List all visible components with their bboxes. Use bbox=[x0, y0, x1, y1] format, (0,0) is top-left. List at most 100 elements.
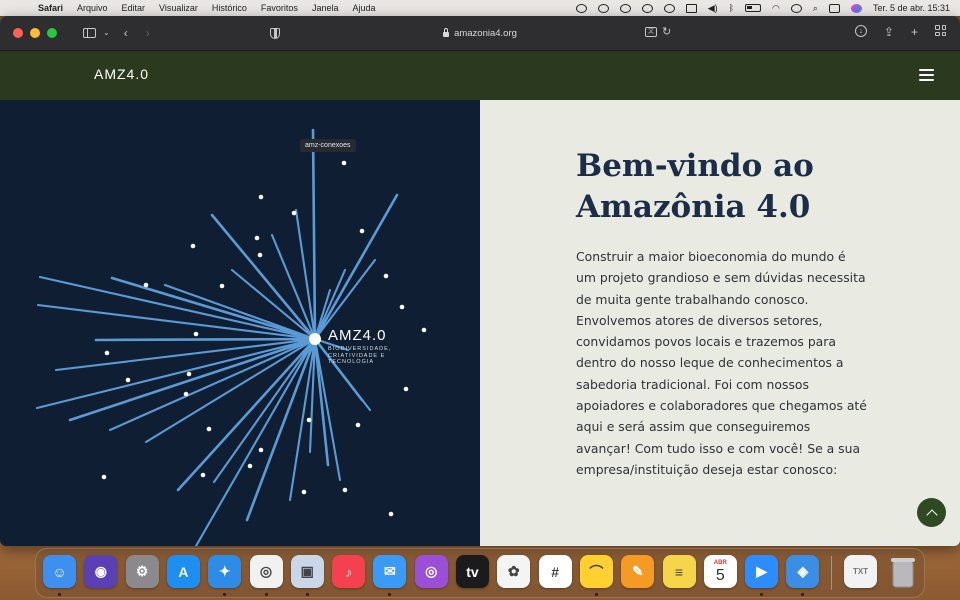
connections-burst-graphic bbox=[35, 128, 427, 546]
bluetooth-icon[interactable]: ᛒ bbox=[729, 3, 734, 13]
connection-node bbox=[143, 282, 149, 288]
back-button[interactable]: ‹ bbox=[124, 27, 128, 39]
address-bar[interactable]: amazonia4.org bbox=[285, 23, 675, 44]
translate-icon[interactable]: 文 bbox=[645, 27, 657, 37]
connection-node bbox=[291, 210, 297, 216]
zoom-icon[interactable]: ▶ bbox=[745, 555, 779, 588]
apple-tv-icon[interactable]: tv bbox=[456, 555, 489, 588]
connection-node bbox=[359, 228, 365, 234]
connection-node bbox=[200, 472, 206, 478]
menu-app-name[interactable]: Safari bbox=[38, 3, 63, 13]
wifi-icon[interactable]: ◠ bbox=[772, 3, 780, 14]
miro-icon[interactable]: ⌒ bbox=[579, 555, 613, 588]
connection-node bbox=[104, 350, 110, 356]
trash-icon[interactable] bbox=[886, 555, 919, 588]
menu-favoritos[interactable]: Favoritos bbox=[261, 3, 298, 13]
welcome-paragraph: Construir a maior bioeconomia do mundo é… bbox=[576, 249, 867, 477]
music-icon[interactable]: ♪ bbox=[332, 555, 366, 588]
connection-node bbox=[403, 386, 409, 392]
connection-ray bbox=[313, 193, 399, 341]
connection-node bbox=[258, 194, 264, 200]
menu-historico[interactable]: Histórico bbox=[212, 3, 247, 13]
chrome-icon[interactable]: ◎ bbox=[249, 555, 283, 588]
running-indicator bbox=[223, 593, 227, 596]
site-logo[interactable]: AMZ4.0 bbox=[94, 66, 149, 82]
welcome-title: Bem-vindo ao Amazônia 4.0 bbox=[576, 148, 814, 225]
document-icon[interactable]: TXT bbox=[844, 555, 877, 588]
menu-bar-clock[interactable]: Ter. 5 de abr. 15:31 bbox=[873, 3, 950, 13]
running-indicator bbox=[760, 593, 764, 596]
pages-icon[interactable]: ✎ bbox=[621, 555, 655, 588]
podcasts-icon[interactable]: ◎ bbox=[414, 555, 448, 588]
system-preferences-icon[interactable]: ⚙ bbox=[125, 555, 159, 588]
connection-node bbox=[206, 426, 212, 432]
connection-node bbox=[190, 243, 196, 249]
connection-node bbox=[306, 417, 312, 423]
spotlight-search-icon[interactable]: ⌕ bbox=[813, 3, 818, 14]
play-icon[interactable] bbox=[619, 3, 631, 13]
menu-arquivo[interactable]: Arquivo bbox=[77, 3, 108, 13]
siri-status-icon[interactable] bbox=[850, 3, 862, 13]
keynote-icon[interactable]: ◈ bbox=[786, 555, 820, 588]
share-icon[interactable]: ⇪ bbox=[884, 25, 894, 39]
connection-node bbox=[247, 463, 253, 469]
sidebar-toggle-icon[interactable] bbox=[83, 28, 96, 38]
notes-icon[interactable]: ≡ bbox=[662, 555, 696, 588]
connection-node bbox=[301, 489, 307, 495]
connections-visual: amz-conexoes AMZ4.0 BIODIVERSIDADE, CRIA… bbox=[0, 100, 480, 546]
menu-visualizar[interactable]: Visualizar bbox=[159, 3, 198, 13]
minimize-window-button[interactable] bbox=[30, 28, 40, 38]
forward-button[interactable]: › bbox=[146, 27, 150, 39]
siri-icon[interactable]: ◉ bbox=[84, 555, 118, 588]
window-controls bbox=[13, 28, 57, 38]
macos-menu-bar: Safari Arquivo Editar Visualizar Históri… bbox=[0, 0, 960, 16]
burst-logo-subtitle: BIODIVERSIDADE, CRIATIVIDADE E TECNOLOGI… bbox=[328, 346, 392, 365]
finder-icon[interactable]: ☺ bbox=[43, 555, 76, 588]
connection-ray bbox=[36, 303, 317, 341]
mail-icon[interactable]: ✉ bbox=[373, 555, 407, 588]
volume-icon[interactable]: ◀) bbox=[708, 3, 718, 14]
vpn-icon[interactable] bbox=[597, 3, 609, 13]
welcome-panel: Bem-vindo ao Amazônia 4.0 Construir a ma… bbox=[480, 100, 960, 546]
time-machine-icon[interactable] bbox=[641, 3, 653, 13]
control-center-icon[interactable] bbox=[828, 3, 840, 13]
running-indicator bbox=[801, 593, 805, 596]
preview-icon[interactable]: ▣ bbox=[290, 555, 324, 588]
menu-ajuda[interactable]: Ajuda bbox=[352, 3, 375, 13]
user-icon[interactable] bbox=[790, 3, 802, 13]
connection-ray bbox=[194, 337, 317, 546]
connection-ray bbox=[38, 275, 317, 341]
connection-node bbox=[254, 235, 260, 241]
menu-editar[interactable]: Editar bbox=[122, 3, 146, 13]
site-header: AMZ4.0 bbox=[0, 51, 960, 100]
privacy-shield-icon[interactable] bbox=[269, 27, 280, 39]
connection-ray bbox=[94, 337, 317, 342]
safari-icon[interactable]: ✦ bbox=[208, 555, 242, 588]
photos-icon[interactable]: ✿ bbox=[497, 555, 531, 588]
close-window-button[interactable] bbox=[13, 28, 23, 38]
battery-icon[interactable] bbox=[745, 4, 762, 12]
calendar-icon[interactable]: ABR 5 bbox=[703, 555, 737, 588]
menu-janela[interactable]: Janela bbox=[312, 3, 339, 13]
sidebar-dropdown-chevron-icon[interactable]: ⌄ bbox=[103, 29, 110, 37]
new-tab-icon[interactable]: + bbox=[911, 25, 918, 39]
display-icon[interactable] bbox=[685, 3, 697, 13]
connection-ray bbox=[270, 233, 317, 341]
connection-node bbox=[183, 391, 189, 397]
slack-icon[interactable]: # bbox=[538, 555, 572, 588]
hamburger-menu-icon[interactable] bbox=[919, 69, 934, 81]
dock-separator bbox=[831, 556, 832, 590]
sync-icon[interactable] bbox=[575, 3, 587, 13]
toolbar-right-actions: ↓ ⇪ + bbox=[854, 25, 946, 39]
app-store-icon[interactable]: A bbox=[166, 555, 200, 588]
safari-window: ⌄ ‹ › amazonia4.org 文 ↻ ↓ ⇪ + AMZ4.0 amz… bbox=[0, 16, 960, 546]
scroll-to-top-button[interactable] bbox=[917, 498, 946, 527]
reload-icon[interactable]: ↻ bbox=[662, 25, 671, 38]
running-indicator bbox=[594, 593, 598, 596]
burst-logo-title: AMZ4.0 bbox=[328, 327, 387, 344]
zoom-window-button[interactable] bbox=[47, 28, 57, 38]
tab-overview-icon[interactable] bbox=[935, 25, 946, 36]
download-status-icon[interactable] bbox=[663, 3, 675, 13]
downloads-icon[interactable]: ↓ bbox=[854, 25, 867, 37]
connection-node bbox=[219, 283, 225, 289]
